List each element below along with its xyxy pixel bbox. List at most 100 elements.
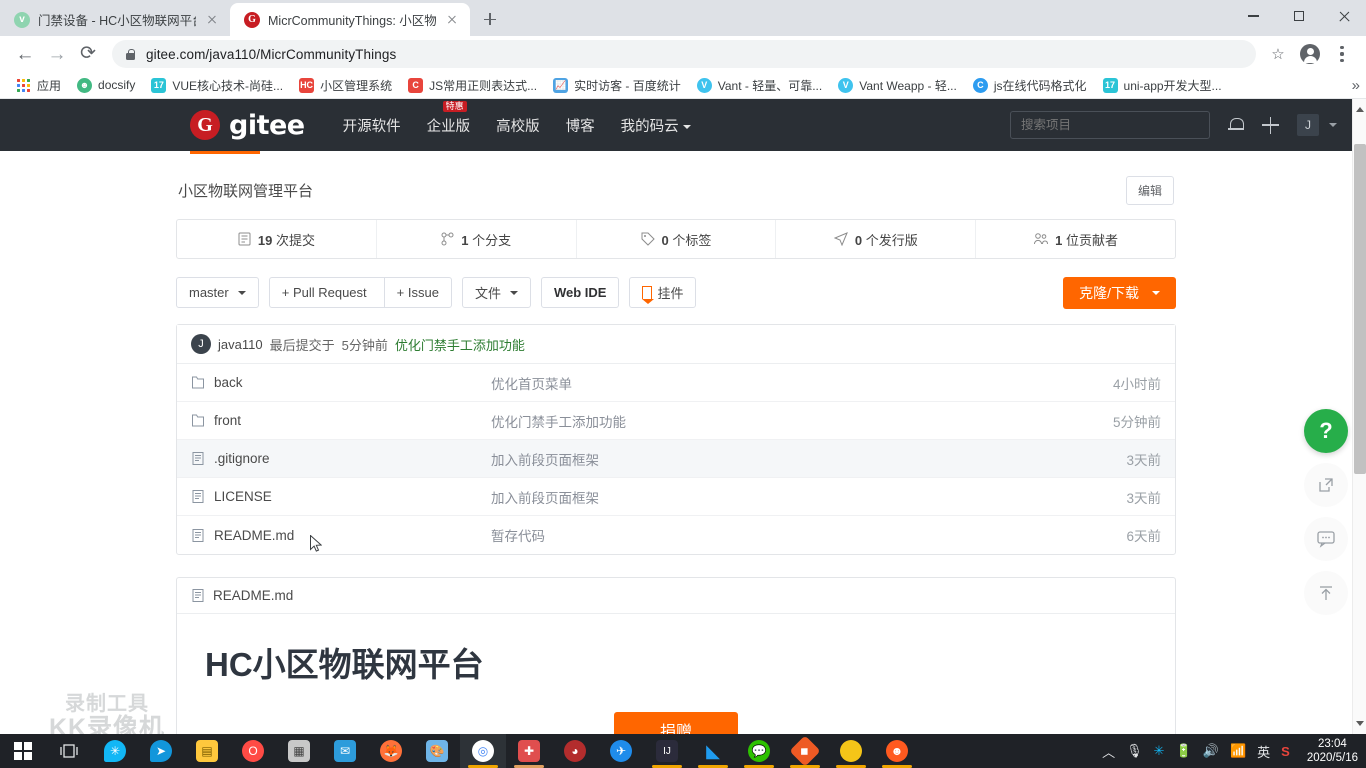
taskbar-item-vscode[interactable]: ◣ bbox=[690, 734, 736, 768]
user-menu[interactable]: J bbox=[1297, 114, 1337, 136]
bookmark-star-icon[interactable]: ☆ bbox=[1262, 38, 1294, 70]
chrome-menu-button[interactable] bbox=[1326, 38, 1358, 70]
feedback-icon[interactable] bbox=[1304, 517, 1348, 561]
tab-close-icon[interactable] bbox=[204, 12, 220, 28]
taskbar-item-picpick[interactable]: ◕ bbox=[552, 734, 598, 768]
notification-bell-icon[interactable] bbox=[1228, 117, 1244, 134]
ime-indicator[interactable]: 英 bbox=[1257, 742, 1270, 761]
volume-icon[interactable]: 🔊 bbox=[1203, 743, 1219, 759]
help-button[interactable]: ? bbox=[1304, 409, 1348, 453]
stat-releases[interactable]: 0 个发行版 bbox=[776, 220, 977, 258]
scroll-down-arrow-icon[interactable] bbox=[1356, 721, 1364, 729]
file-commit-message[interactable]: 加入前段页面框架 bbox=[491, 487, 1126, 507]
browser-tab-2[interactable]: G MicrCommunityThings: 小区物 bbox=[230, 3, 470, 36]
nav-education[interactable]: 高校版 bbox=[496, 115, 540, 136]
reload-button[interactable] bbox=[72, 38, 104, 70]
taskbar-item-xmind[interactable]: ◆ bbox=[782, 734, 828, 768]
commit-message[interactable]: 优化门禁手工添加功能 bbox=[395, 335, 525, 354]
wifi-icon[interactable]: 📶 bbox=[1230, 743, 1246, 759]
widget-button[interactable]: 挂件 bbox=[629, 277, 697, 308]
taskbar-item-file-explorer[interactable]: ▤ bbox=[184, 734, 230, 768]
taskbar-item-firefox[interactable]: 🦊 bbox=[368, 734, 414, 768]
back-button[interactable] bbox=[8, 38, 40, 70]
taskbar-item-foxmail[interactable]: ✈ bbox=[598, 734, 644, 768]
nav-open-source[interactable]: 开源软件 bbox=[343, 115, 401, 136]
profile-avatar[interactable] bbox=[1294, 38, 1326, 70]
address-bar[interactable]: gitee.com/java110/MicrCommunityThings bbox=[112, 40, 1256, 68]
bookmark-js-formatter[interactable]: C js在线代码格式化 bbox=[965, 74, 1095, 96]
bookmarks-overflow-icon[interactable]: » bbox=[1352, 77, 1360, 94]
stat-branches[interactable]: 1 个分支 bbox=[377, 220, 577, 258]
new-tab-button[interactable] bbox=[476, 5, 504, 33]
bookmark-docsify[interactable]: ☻ docsify bbox=[69, 74, 143, 96]
taskbar-item-kk-recorder[interactable]: ☻ bbox=[874, 734, 920, 768]
commit-author[interactable]: java110 bbox=[218, 337, 263, 352]
nav-my-gitee[interactable]: 我的码云 bbox=[621, 115, 691, 136]
stat-commits[interactable]: 19 次提交 bbox=[177, 220, 377, 258]
search-input[interactable] bbox=[1010, 111, 1210, 139]
file-name-cell[interactable]: back bbox=[191, 375, 491, 390]
scrollbar-thumb[interactable] bbox=[1354, 144, 1366, 474]
task-view-button[interactable] bbox=[46, 734, 92, 768]
maximize-button[interactable] bbox=[1276, 0, 1321, 32]
table-row[interactable]: back 优化首页菜单 4小时前 bbox=[177, 364, 1175, 402]
clone-download-button[interactable]: 克隆/下载 bbox=[1063, 276, 1176, 309]
taskbar-item-navigation[interactable]: ➤ bbox=[138, 734, 184, 768]
taskbar-clock[interactable]: 23:04 2020/5/16 bbox=[1307, 737, 1358, 766]
bookmark-vant[interactable]: V Vant - 轻量、可靠... bbox=[689, 74, 830, 96]
new-issue-button[interactable]: + Issue bbox=[383, 278, 451, 307]
file-commit-message[interactable]: 加入前段页面框架 bbox=[491, 449, 1126, 469]
gitee-logo[interactable]: G gitee bbox=[190, 110, 305, 141]
file-commit-message[interactable]: 优化门禁手工添加功能 bbox=[491, 411, 1113, 431]
taskbar-item-tim[interactable]: ✳ bbox=[92, 734, 138, 768]
taskbar-item-idea[interactable]: IJ bbox=[644, 734, 690, 768]
microphone-icon[interactable]: 🎙 bbox=[1126, 743, 1143, 759]
table-row[interactable]: README.md 暂存代码 6天前 bbox=[177, 516, 1175, 554]
taskbar-item-editor[interactable]: ▦ bbox=[276, 734, 322, 768]
file-name-cell[interactable]: LICENSE bbox=[191, 489, 491, 504]
bookmark-js-regex[interactable]: C JS常用正则表达式... bbox=[400, 74, 545, 96]
start-button[interactable] bbox=[0, 734, 46, 768]
taskbar-item-mail[interactable]: ✉ bbox=[322, 734, 368, 768]
tray-overflow-icon[interactable]: ︿ bbox=[1102, 742, 1115, 761]
share-icon[interactable] bbox=[1304, 463, 1348, 507]
taskbar-item-wechat[interactable]: 💬 bbox=[736, 734, 782, 768]
table-row[interactable]: LICENSE 加入前段页面框架 3天前 bbox=[177, 478, 1175, 516]
bookmark-hc-system[interactable]: HC 小区管理系统 bbox=[291, 74, 400, 96]
close-window-button[interactable] bbox=[1321, 0, 1366, 32]
tab-close-icon[interactable] bbox=[444, 12, 460, 28]
taskbar-item-chrome[interactable]: ◎ bbox=[460, 734, 506, 768]
donate-button[interactable]: 捐赠 bbox=[614, 712, 738, 734]
stat-contributors[interactable]: 1 位贡献者 bbox=[976, 220, 1175, 258]
tim-tray-icon[interactable]: ✳ bbox=[1154, 743, 1165, 759]
bookmark-vant-weapp[interactable]: V Vant Weapp - 轻... bbox=[830, 74, 965, 96]
browser-tab-1[interactable]: v 门禁设备 - HC小区物联网平台 bbox=[0, 3, 230, 36]
nav-enterprise[interactable]: 特惠 企业版 bbox=[427, 100, 470, 136]
file-name-cell[interactable]: .gitignore bbox=[191, 451, 491, 466]
page-scrollbar[interactable] bbox=[1352, 99, 1366, 734]
file-commit-message[interactable]: 暂存代码 bbox=[491, 525, 1126, 545]
back-to-top-icon[interactable] bbox=[1304, 571, 1348, 615]
forward-button[interactable] bbox=[40, 38, 72, 70]
files-dropdown[interactable]: 文件 bbox=[461, 277, 531, 308]
web-ide-button[interactable]: Web IDE bbox=[540, 277, 620, 308]
scroll-up-arrow-icon[interactable] bbox=[1356, 104, 1364, 112]
bookmark-vue-course[interactable]: 17 VUE核心技术-尚硅... bbox=[143, 74, 291, 96]
table-row[interactable]: .gitignore 加入前段页面框架 3天前 bbox=[177, 440, 1175, 478]
bookmark-baidu-stats[interactable]: 📈 实时访客 - 百度统计 bbox=[545, 74, 689, 96]
taskbar-item-paint[interactable]: 🎨 bbox=[414, 734, 460, 768]
branch-selector[interactable]: master bbox=[176, 277, 259, 308]
bookmark-apps[interactable]: 应用 bbox=[8, 74, 69, 96]
plus-icon[interactable] bbox=[1262, 116, 1279, 134]
file-commit-message[interactable]: 优化首页菜单 bbox=[491, 373, 1113, 393]
nav-blog[interactable]: 博客 bbox=[566, 115, 595, 136]
battery-icon[interactable]: 🔋 bbox=[1176, 743, 1192, 759]
minimize-button[interactable] bbox=[1231, 0, 1276, 32]
stat-tags[interactable]: 0 个标签 bbox=[577, 220, 777, 258]
file-name-cell[interactable]: front bbox=[191, 413, 491, 428]
taskbar-item-opera[interactable]: O bbox=[230, 734, 276, 768]
sogou-icon[interactable]: S bbox=[1281, 744, 1290, 759]
edit-button[interactable]: 编辑 bbox=[1125, 176, 1174, 205]
new-pull-request-button[interactable]: + Pull Request bbox=[270, 278, 379, 307]
table-row[interactable]: front 优化门禁手工添加功能 5分钟前 bbox=[177, 402, 1175, 440]
